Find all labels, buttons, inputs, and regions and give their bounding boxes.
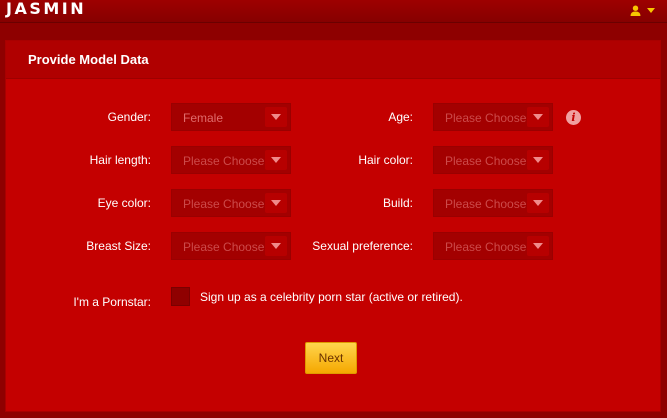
sexual-preference-label: Sexual preference: xyxy=(312,239,413,253)
panel-header: Provide Model Data xyxy=(6,41,660,79)
pornstar-checkbox[interactable] xyxy=(171,287,190,306)
sexual-preference-select[interactable]: Please Choose xyxy=(433,232,553,260)
hair-color-value: Please Choose xyxy=(445,154,527,168)
logo: JASMIN xyxy=(6,0,87,18)
build-label: Build: xyxy=(382,196,413,210)
gender-value: Female xyxy=(183,111,224,125)
chevron-down-icon xyxy=(527,236,549,256)
age-select[interactable]: Please Choose xyxy=(433,103,553,131)
panel-title: Provide Model Data xyxy=(28,52,149,67)
age-label: Age: xyxy=(388,110,413,124)
pornstar-checkbox-text[interactable]: Sign up as a celebrity porn star (active… xyxy=(200,290,463,304)
chevron-down-icon xyxy=(527,107,549,127)
build-select[interactable]: Please Choose xyxy=(433,189,553,217)
caret-down-icon xyxy=(647,7,655,13)
pornstar-label: I'm a Pornstar: xyxy=(73,295,151,309)
gender-label: Gender: xyxy=(107,110,151,124)
hair-color-label: Hair color: xyxy=(358,153,413,167)
user-icon xyxy=(630,5,641,16)
breast-size-label: Breast Size: xyxy=(86,239,151,253)
user-menu[interactable] xyxy=(630,3,655,17)
top-bar: JASMIN xyxy=(0,0,667,23)
eye-color-label: Eye color: xyxy=(97,196,151,210)
hair-length-label: Hair length: xyxy=(89,153,151,167)
age-value: Please Choose xyxy=(445,111,527,125)
chevron-down-icon xyxy=(527,193,549,213)
sexual-preference-value: Please Choose xyxy=(445,240,527,254)
build-value: Please Choose xyxy=(445,197,527,211)
chevron-down-icon xyxy=(527,150,549,170)
next-button[interactable]: Next xyxy=(305,342,357,374)
hair-color-select[interactable]: Please Choose xyxy=(433,146,553,174)
info-icon[interactable]: i xyxy=(566,110,581,125)
